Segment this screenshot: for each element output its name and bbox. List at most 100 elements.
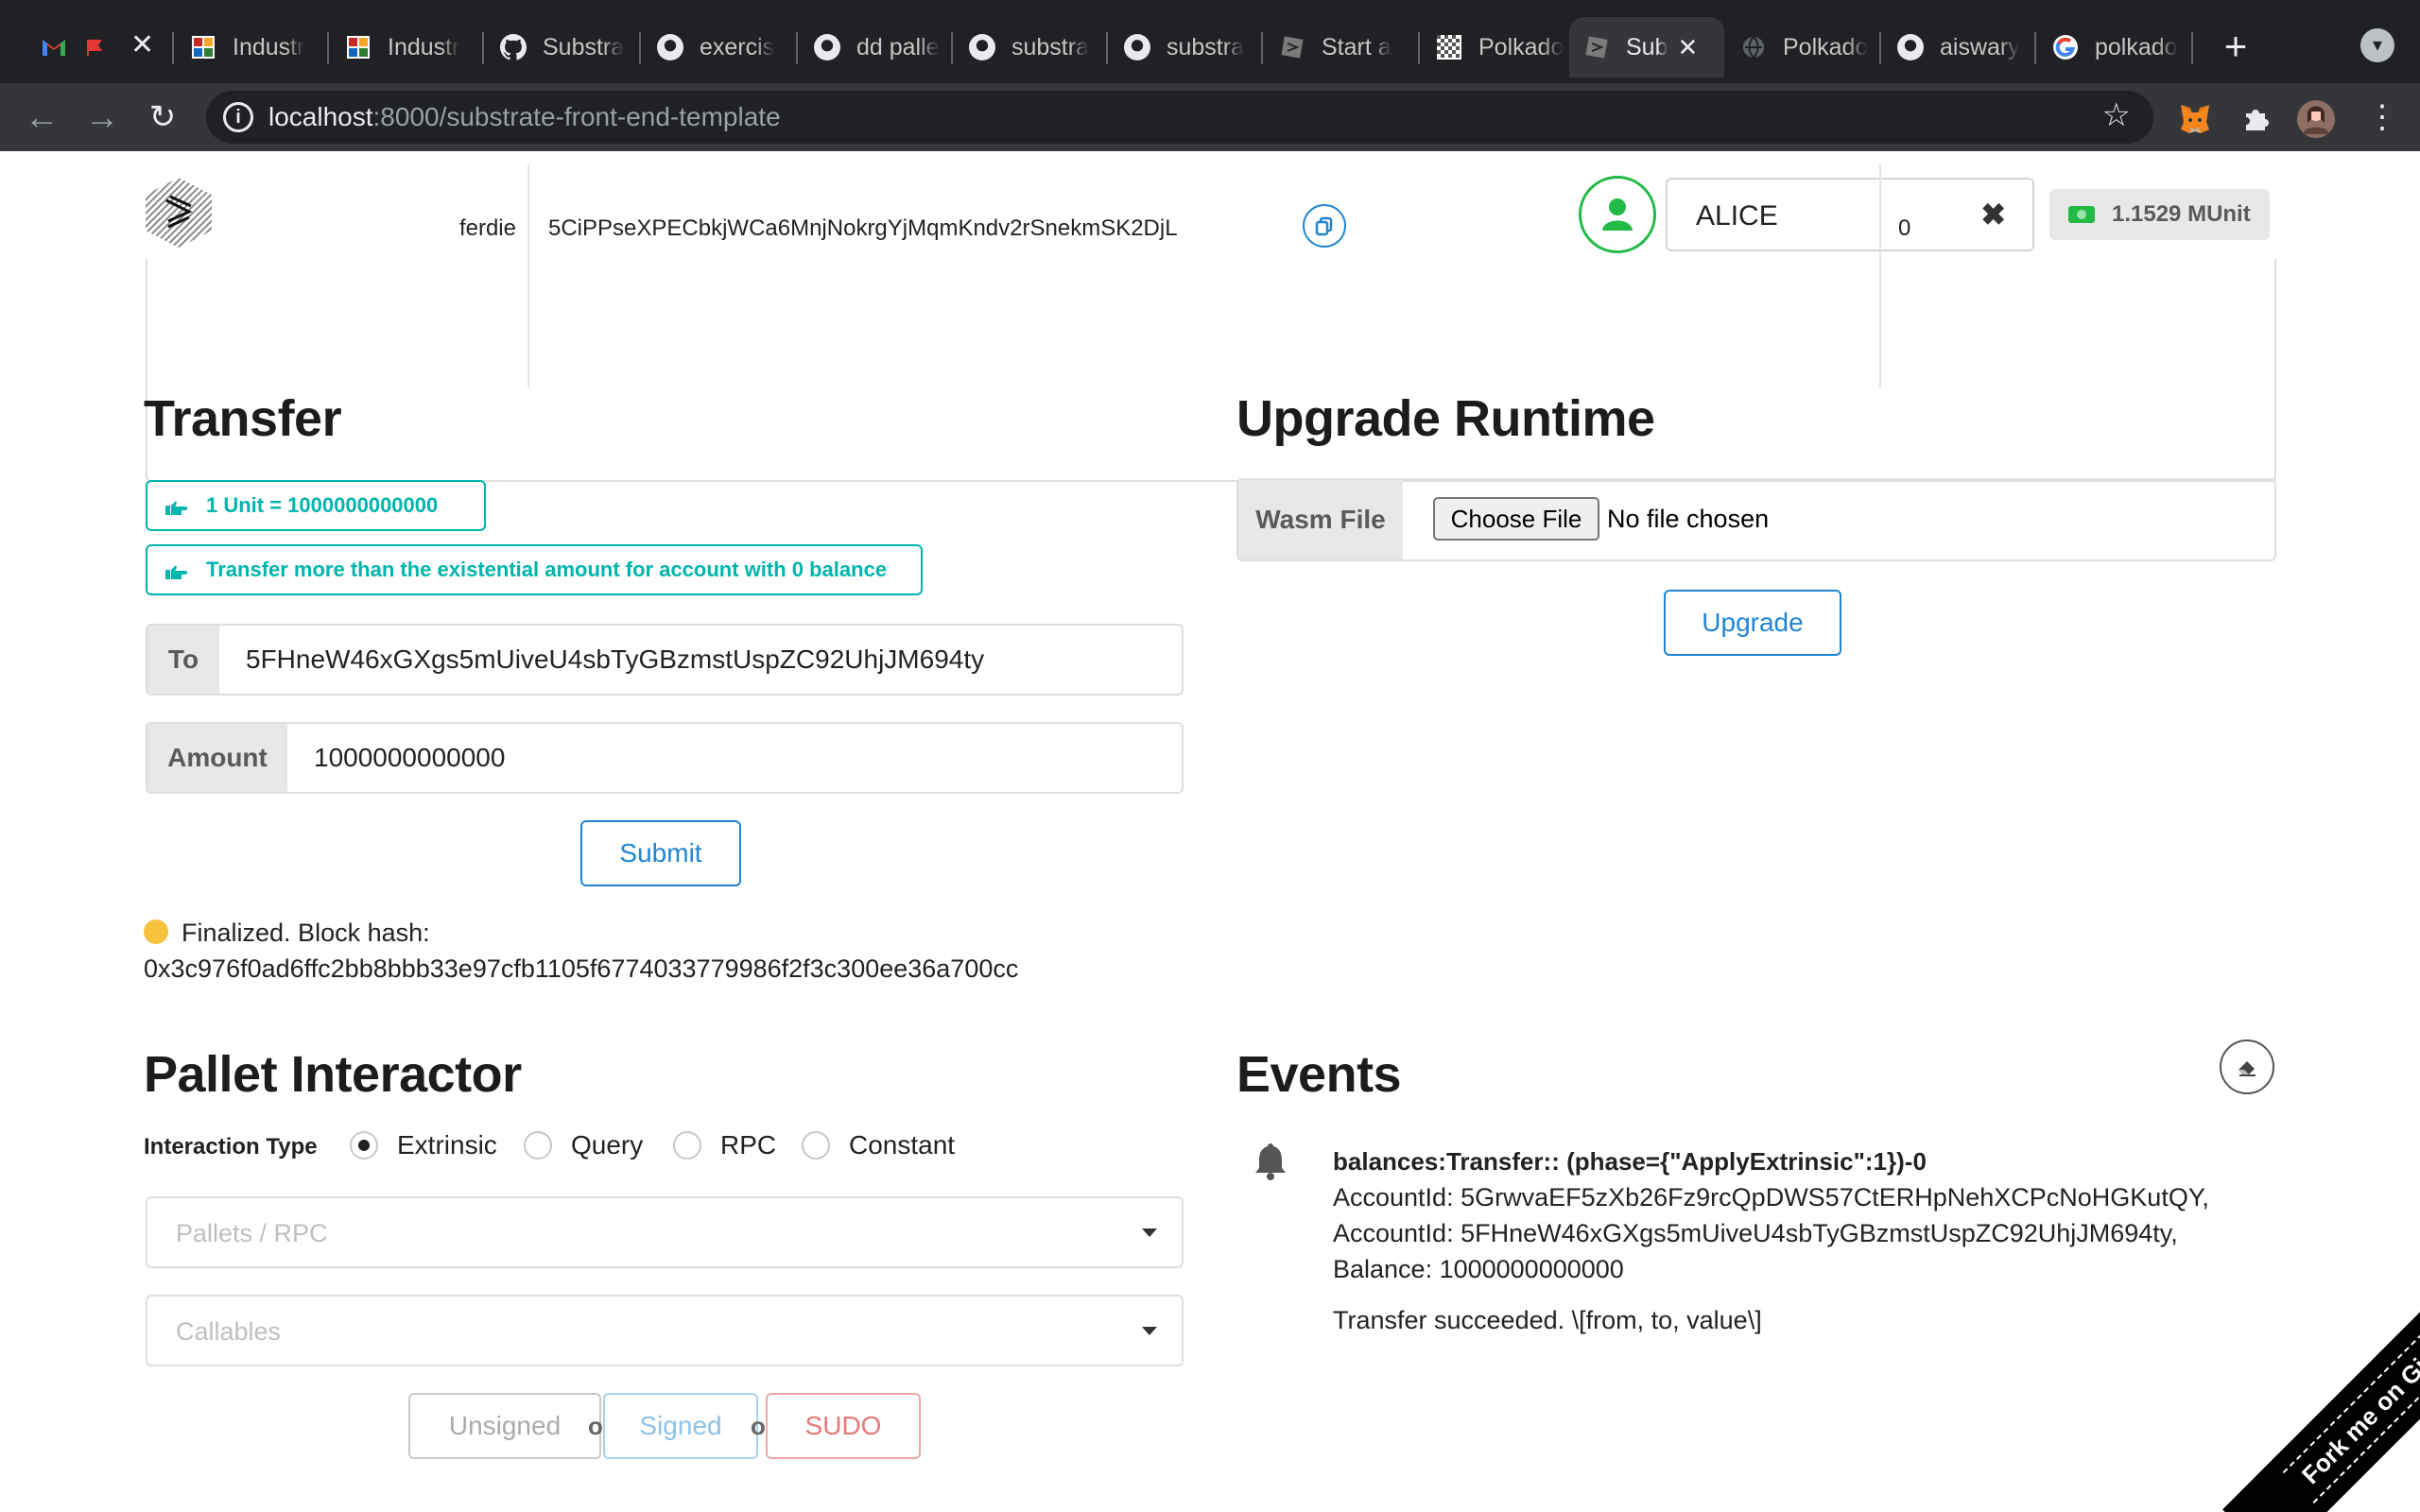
account-name-cell: ferdie: [147, 164, 527, 387]
table-row: ferdie 5CiPPseXPECbkjWCa6MnjNokrgYjMqmKn…: [147, 164, 2274, 387]
sheet-icon: [344, 33, 372, 61]
signed-button[interactable]: Signed: [603, 1393, 758, 1459]
tab-close-icon[interactable]: ✕: [1677, 33, 1698, 62]
to-input[interactable]: 5FHneW46xGXgs5mUiveU4sbTyGBzmstUspZC92Uh…: [219, 626, 984, 694]
tab-github-substrate[interactable]: Substra: [486, 17, 637, 77]
amount-field[interactable]: Amount 1000000000000: [146, 722, 1184, 794]
tab-search-chevron-icon[interactable]: ▾: [2360, 28, 2394, 62]
fork-ribbon[interactable]: Fork me on GitHub: [2155, 1247, 2420, 1512]
tab-google-polkadot[interactable]: polkado: [2038, 17, 2189, 77]
wink-emoji-icon: [144, 919, 168, 944]
checker-icon: [1435, 33, 1463, 61]
forward-arrow-icon[interactable]: →: [79, 94, 125, 140]
fork-ribbon-band[interactable]: Fork me on GitHub: [2226, 1247, 2420, 1512]
tab-industry-2[interactable]: Industr: [331, 17, 482, 77]
tab-github-dd-pallet[interactable]: dd palle: [800, 17, 951, 77]
pallets-dropdown[interactable]: Pallets / RPC: [146, 1196, 1184, 1268]
address-bar[interactable]: i localhost:8000/substrate-front-end-tem…: [206, 91, 2153, 144]
file-status-text: No file chosen: [1607, 505, 1770, 533]
amount-input[interactable]: 1000000000000: [287, 724, 505, 792]
tab-title: Polkado: [1478, 33, 1564, 60]
tab-separator: [1879, 32, 1881, 64]
tab-title: polkado: [2095, 33, 2178, 60]
sudo-button[interactable]: SUDO: [766, 1393, 921, 1459]
back-arrow-icon[interactable]: ←: [19, 94, 64, 140]
upgrade-heading: Upgrade Runtime: [1236, 390, 1655, 447]
tab-polkadot-2[interactable]: Polkado: [1726, 17, 1877, 77]
copy-address-button[interactable]: [1303, 204, 1346, 248]
tab-separator: [2191, 32, 2193, 64]
unsigned-button[interactable]: Unsigned: [408, 1393, 601, 1459]
radio-constant[interactable]: Constant: [802, 1130, 955, 1160]
radio-dot[interactable]: [524, 1131, 552, 1160]
tab-gmail[interactable]: [26, 17, 74, 77]
radio-extrinsic[interactable]: Extrinsic: [350, 1130, 497, 1160]
tab-start-a[interactable]: Start a: [1265, 17, 1416, 77]
tab-separator: [2034, 32, 2036, 64]
page-content: ALICE ✖ 1.1529 MUnit ferdie 5CiPPseXPECb…: [0, 151, 2420, 1512]
tab-github-substrate-2[interactable]: substra: [955, 17, 1106, 77]
dropdown-caret-icon: [1142, 1327, 1157, 1335]
pallets-placeholder: Pallets / RPC: [176, 1219, 328, 1247]
tab-flag[interactable]: [68, 17, 112, 77]
callables-dropdown[interactable]: Callables: [146, 1295, 1184, 1366]
copy-icon: [1315, 216, 1333, 236]
tab-industry-1[interactable]: Industr: [176, 17, 327, 77]
interaction-type-label: Interaction Type: [144, 1134, 318, 1160]
close-icon[interactable]: ✕: [130, 28, 154, 61]
sheet-icon: [189, 33, 217, 61]
unit-info-label: 1 Unit = 1000000000000: [146, 480, 486, 531]
choose-file-button[interactable]: Choose File: [1433, 497, 1599, 541]
bell-icon: [1250, 1140, 1291, 1181]
tab-separator: [951, 32, 953, 64]
flag-icon: [81, 33, 110, 61]
reload-icon[interactable]: ↻: [140, 94, 185, 140]
tab-separator: [1106, 32, 1108, 64]
tab-title: exercis: [700, 33, 775, 60]
profile-avatar[interactable]: [2297, 100, 2335, 138]
github-icon: [1123, 33, 1151, 61]
hand-pointer-icon: [164, 497, 187, 515]
tab-github-exercise[interactable]: exercis: [643, 17, 794, 77]
tab-title: Start a: [1322, 33, 1392, 60]
submit-button[interactable]: Submit: [580, 820, 741, 886]
bookmark-star-icon[interactable]: ☆: [2102, 96, 2131, 134]
substrate-icon: [1582, 33, 1611, 61]
browser-tabstrip: ✕ Industr Industr Substra exercis dd pal…: [0, 0, 2420, 83]
tab-substrate-active[interactable]: Sub ✕: [1569, 17, 1724, 77]
tab-title: Industr: [233, 33, 305, 60]
github-icon: [1896, 33, 1925, 61]
tab-github-aiswarya[interactable]: aiswary: [1883, 17, 2034, 77]
radio-dot[interactable]: [673, 1131, 701, 1160]
event-title: balances:Transfer:: (phase={"ApplyExtrin…: [1333, 1147, 1927, 1176]
event-line: AccountId: 5FHneW46xGXgs5mUiveU4sbTyGBzm…: [1333, 1219, 2178, 1247]
tab-polkadot[interactable]: Polkado: [1422, 17, 1573, 77]
globe-icon: [1739, 33, 1768, 61]
extensions-puzzle-icon[interactable]: [2237, 100, 2274, 138]
upgrade-button[interactable]: Upgrade: [1664, 590, 1841, 656]
gmail-icon: [40, 33, 68, 61]
radio-label: Constant: [849, 1130, 956, 1160]
radio-dot[interactable]: [350, 1131, 378, 1160]
cell-divider: [527, 164, 529, 387]
new-tab-button[interactable]: +: [2212, 23, 2259, 70]
to-field[interactable]: To 5FHneW46xGXgs5mUiveU4sbTyGBzmstUspZC9…: [146, 624, 1184, 696]
account-address: 5CiPPseXPECbkjWCa6MnjNokrgYjMqmKndv2rSne…: [548, 215, 1178, 241]
github-icon: [656, 33, 684, 61]
radio-rpc[interactable]: RPC: [673, 1130, 776, 1160]
event-line: Balance: 1000000000000: [1333, 1255, 1624, 1283]
eraser-icon: [2238, 1061, 2256, 1076]
clear-events-button[interactable]: [2220, 1040, 2274, 1094]
site-info-icon[interactable]: i: [223, 102, 253, 132]
radio-dot[interactable]: [802, 1131, 830, 1160]
google-icon: [2051, 33, 2080, 61]
radio-label: Extrinsic: [397, 1130, 497, 1160]
metamask-fox-icon[interactable]: [2176, 100, 2214, 138]
browser-toolbar: ← → ↻ i localhost:8000/substrate-front-e…: [0, 83, 2420, 151]
browser-menu-icon[interactable]: ⋮: [2363, 96, 2401, 138]
tab-separator: [1261, 32, 1263, 64]
radio-query[interactable]: Query: [524, 1130, 643, 1160]
accounts-table: ferdie 5CiPPseXPECbkjWCa6MnjNokrgYjMqmKn…: [146, 164, 2276, 482]
dropdown-caret-icon: [1142, 1228, 1157, 1237]
tab-github-substrate-3[interactable]: substra: [1110, 17, 1261, 77]
